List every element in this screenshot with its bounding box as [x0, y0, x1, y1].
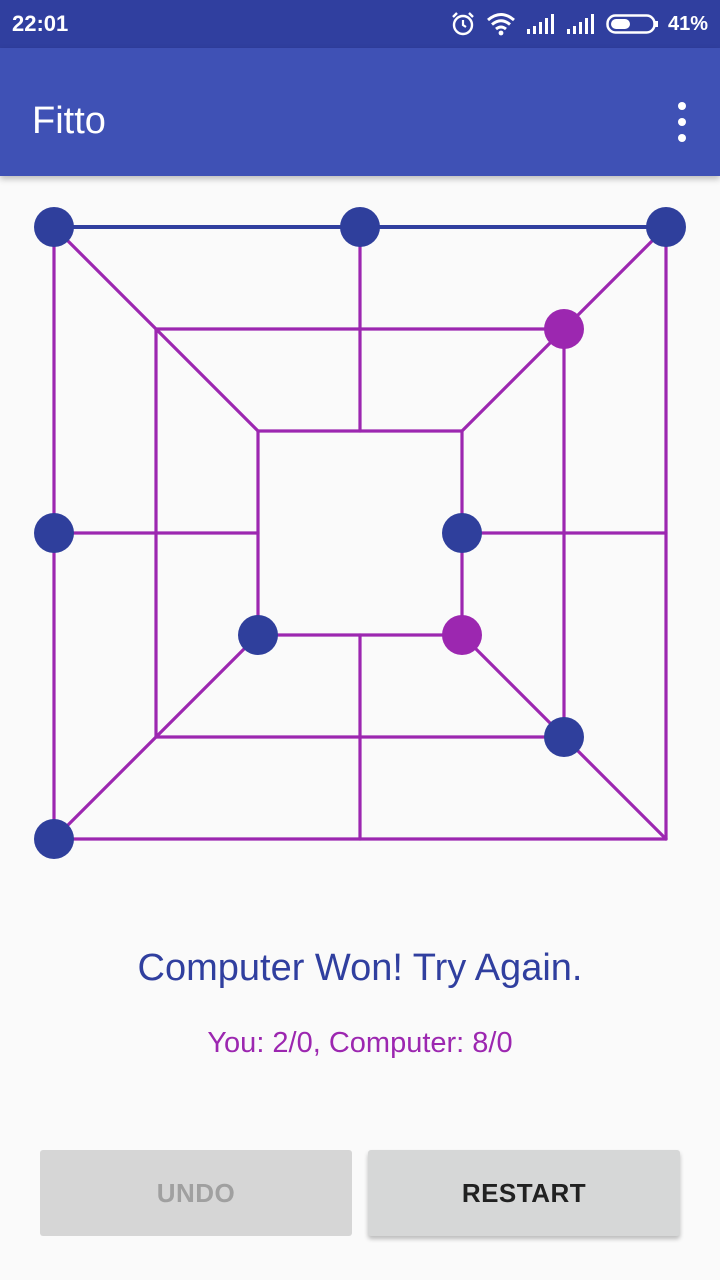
game-piece-blue[interactable] [340, 207, 380, 247]
status-time: 22:01 [12, 11, 69, 36]
game-piece-blue[interactable] [442, 513, 482, 553]
game-piece-purple[interactable] [442, 615, 482, 655]
status-icons: 41% [450, 10, 708, 38]
battery-percent: 41% [667, 12, 708, 35]
game-board [34, 207, 686, 859]
wifi-icon [487, 13, 515, 36]
status-bar: 22:01 41% [0, 0, 720, 48]
app-bar: Fitto [0, 48, 720, 176]
overflow-menu-icon[interactable] [670, 102, 694, 142]
signal-icon [566, 14, 594, 34]
game-piece-blue[interactable] [238, 615, 278, 655]
game-piece-blue[interactable] [34, 207, 74, 247]
game-piece-blue[interactable] [544, 717, 584, 757]
undo-button[interactable]: UNDO [40, 1150, 352, 1236]
game-piece-blue[interactable] [646, 207, 686, 247]
app-title: Fitto [32, 100, 106, 142]
game-result-message: Computer Won! Try Again. [137, 947, 583, 989]
battery-icon [606, 14, 658, 34]
signal-icon [526, 14, 554, 34]
restart-button[interactable]: RESTART [368, 1150, 680, 1236]
alarm-icon [452, 12, 474, 36]
game-piece-blue[interactable] [34, 819, 74, 859]
game-piece-blue[interactable] [34, 513, 74, 553]
game-piece-purple[interactable] [544, 309, 584, 349]
score-text: You: 2/0, Computer: 8/0 [207, 1027, 513, 1059]
